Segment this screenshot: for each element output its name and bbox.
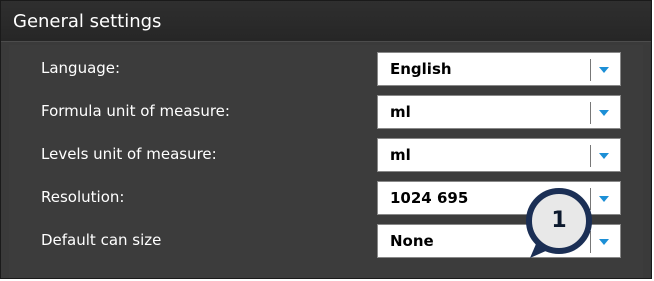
chevron-down-icon[interactable] — [599, 196, 609, 202]
formula-unit-value: ml — [390, 103, 411, 121]
select-divider — [590, 59, 591, 81]
select-divider — [590, 145, 591, 167]
resolution-label: Resolution: — [41, 188, 125, 206]
language-label: Language: — [41, 59, 121, 77]
language-select[interactable]: English — [377, 52, 621, 86]
levels-unit-value: ml — [390, 146, 411, 164]
levels-unit-select[interactable]: ml — [377, 138, 621, 172]
setting-row-formula-unit: Formula unit of measure: ml — [9, 88, 643, 132]
default-can-size-value: None — [390, 232, 434, 250]
setting-row-language: Language: English — [9, 45, 643, 89]
levels-unit-label: Levels unit of measure: — [41, 145, 217, 163]
chevron-down-icon[interactable] — [599, 239, 609, 245]
panel-title: General settings — [13, 11, 162, 32]
resolution-value: 1024 695 — [390, 189, 469, 207]
chevron-down-icon[interactable] — [599, 153, 609, 159]
language-value: English — [390, 60, 452, 78]
default-can-size-select[interactable]: None — [377, 224, 621, 258]
chevron-down-icon[interactable] — [599, 67, 609, 73]
select-divider — [590, 188, 591, 210]
panel-header: General settings — [1, 1, 651, 42]
default-can-size-label: Default can size — [41, 231, 162, 249]
callout-number: 1 — [551, 208, 567, 233]
formula-unit-select[interactable]: ml — [377, 95, 621, 129]
setting-row-levels-unit: Levels unit of measure: ml — [9, 131, 643, 175]
formula-unit-label: Formula unit of measure: — [41, 102, 230, 120]
select-divider — [590, 231, 591, 253]
select-divider — [590, 102, 591, 124]
chevron-down-icon[interactable] — [599, 110, 609, 116]
resolution-select[interactable]: 1024 695 — [377, 181, 621, 215]
